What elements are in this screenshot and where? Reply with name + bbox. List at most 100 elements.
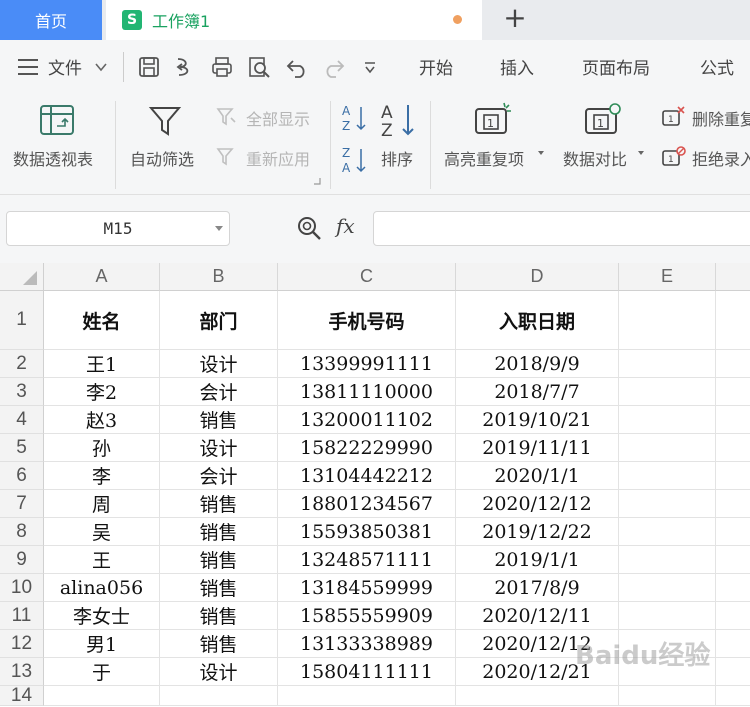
cell-a7[interactable]: 周 [44, 490, 160, 518]
cell-d14[interactable] [456, 686, 619, 706]
column-header-b[interactable]: B [160, 263, 278, 291]
row-header-1[interactable]: 1 [0, 291, 44, 350]
menu-tab-page-layout[interactable]: 页面布局 [582, 54, 650, 79]
sort-button[interactable]: 排序 [381, 146, 413, 170]
cell-f5[interactable] [716, 434, 750, 462]
cell-e14[interactable] [619, 686, 716, 706]
cell-a10[interactable]: alina056 [44, 574, 160, 602]
cell-d2[interactable]: 2018/9/9 [456, 350, 619, 378]
cell-e1[interactable] [619, 291, 716, 350]
row-header-14[interactable]: 14 [0, 685, 44, 706]
column-header-e[interactable]: E [619, 263, 716, 291]
cell-c8[interactable]: 15593850381 [278, 518, 456, 546]
cell-a13[interactable]: 于 [44, 658, 160, 686]
row-header-5[interactable]: 5 [0, 434, 44, 462]
column-header-next[interactable] [716, 263, 750, 291]
cell-b6[interactable]: 会计 [160, 462, 278, 490]
filter-icon[interactable] [148, 104, 182, 138]
highlight-dropdown-arrow-icon[interactable] [537, 149, 545, 157]
select-all-corner[interactable] [0, 263, 44, 291]
cell-e6[interactable] [619, 462, 716, 490]
cell-b7[interactable]: 销售 [160, 490, 278, 518]
sort-descending-icon[interactable]: ZA [341, 145, 367, 175]
file-chevron-down-icon[interactable] [94, 60, 108, 74]
row-header-9[interactable]: 9 [0, 546, 44, 574]
row-header-8[interactable]: 8 [0, 518, 44, 546]
cell-c10[interactable]: 13184559999 [278, 574, 456, 602]
cell-b8[interactable]: 销售 [160, 518, 278, 546]
cell-f9[interactable] [716, 546, 750, 574]
delete-duplicates-icon[interactable]: 1 [661, 105, 687, 127]
cell-a11[interactable]: 李女士 [44, 602, 160, 630]
cell-e7[interactable] [619, 490, 716, 518]
row-header-2[interactable]: 2 [0, 350, 44, 378]
cell-a4[interactable]: 赵3 [44, 406, 160, 434]
cell-d10[interactable]: 2017/8/9 [456, 574, 619, 602]
cell-a6[interactable]: 李 [44, 462, 160, 490]
cell-f8[interactable] [716, 518, 750, 546]
row-header-13[interactable]: 13 [0, 658, 44, 686]
cell-a2[interactable]: 王1 [44, 350, 160, 378]
cell-d8[interactable]: 2019/12/22 [456, 518, 619, 546]
cell-a5[interactable]: 孙 [44, 434, 160, 462]
pivot-table-icon[interactable] [39, 104, 75, 136]
column-header-a[interactable]: A [44, 263, 160, 291]
tab-document[interactable]: S 工作簿1 [106, 0, 482, 40]
zoom-lookup-icon[interactable] [296, 215, 322, 241]
cell-c7[interactable]: 18801234567 [278, 490, 456, 518]
insert-function-fx-icon[interactable]: fx [336, 214, 355, 238]
cell-b4[interactable]: 销售 [160, 406, 278, 434]
cell-a3[interactable]: 李2 [44, 378, 160, 406]
cell-f2[interactable] [716, 350, 750, 378]
pivot-table-button[interactable]: 数据透视表 [13, 146, 93, 170]
data-compare-icon[interactable]: 1 [584, 101, 624, 137]
cell-e4[interactable] [619, 406, 716, 434]
cell-f11[interactable] [716, 602, 750, 630]
compare-dropdown-arrow-icon[interactable] [637, 149, 645, 157]
menu-tab-formulas[interactable]: 公式 [700, 54, 734, 79]
cell-e11[interactable] [619, 602, 716, 630]
cell-b13[interactable]: 设计 [160, 658, 278, 686]
new-tab-plus-icon[interactable]: + [500, 4, 530, 34]
cell-f4[interactable] [716, 406, 750, 434]
cell-a1[interactable]: 姓名 [44, 291, 160, 350]
cell-f14[interactable] [716, 686, 750, 706]
hamburger-menu-icon[interactable] [18, 59, 38, 75]
cell-c9[interactable]: 13248571111 [278, 546, 456, 574]
cell-c1[interactable]: 手机号码 [278, 291, 456, 350]
file-menu[interactable]: 文件 [48, 54, 82, 79]
cell-b10[interactable]: 销售 [160, 574, 278, 602]
cell-a8[interactable]: 吴 [44, 518, 160, 546]
cell-c3[interactable]: 13811110000 [278, 378, 456, 406]
cell-f3[interactable] [716, 378, 750, 406]
cell-f12[interactable] [716, 630, 750, 658]
cell-d7[interactable]: 2020/12/12 [456, 490, 619, 518]
sort-ascending-icon[interactable]: AZ [341, 103, 367, 133]
cell-c2[interactable]: 13399991111 [278, 350, 456, 378]
row-header-6[interactable]: 6 [0, 462, 44, 490]
row-header-7[interactable]: 7 [0, 490, 44, 518]
cell-d4[interactable]: 2019/10/21 [456, 406, 619, 434]
cell-f10[interactable] [716, 574, 750, 602]
cell-d6[interactable]: 2020/1/1 [456, 462, 619, 490]
cell-b5[interactable]: 设计 [160, 434, 278, 462]
undo-icon[interactable] [285, 55, 309, 79]
cell-c5[interactable]: 15822229990 [278, 434, 456, 462]
cell-c6[interactable]: 13104442212 [278, 462, 456, 490]
cell-f13[interactable] [716, 658, 750, 686]
cell-f6[interactable] [716, 462, 750, 490]
data-compare-button[interactable]: 数据对比 [563, 146, 627, 170]
cell-c14[interactable] [278, 686, 456, 706]
name-box-dropdown-icon[interactable] [215, 226, 223, 231]
row-header-10[interactable]: 10 [0, 574, 44, 602]
cell-d3[interactable]: 2018/7/7 [456, 378, 619, 406]
tab-home[interactable]: 首页 [0, 0, 102, 40]
cell-c4[interactable]: 13200011102 [278, 406, 456, 434]
cell-f7[interactable] [716, 490, 750, 518]
row-header-4[interactable]: 4 [0, 406, 44, 434]
print-preview-icon[interactable] [247, 55, 271, 79]
menu-tab-insert[interactable]: 插入 [500, 54, 534, 79]
cell-d9[interactable]: 2019/1/1 [456, 546, 619, 574]
highlight-duplicates-button[interactable]: 高亮重复项 [444, 146, 524, 170]
highlight-duplicates-icon[interactable]: 1 [474, 101, 514, 137]
